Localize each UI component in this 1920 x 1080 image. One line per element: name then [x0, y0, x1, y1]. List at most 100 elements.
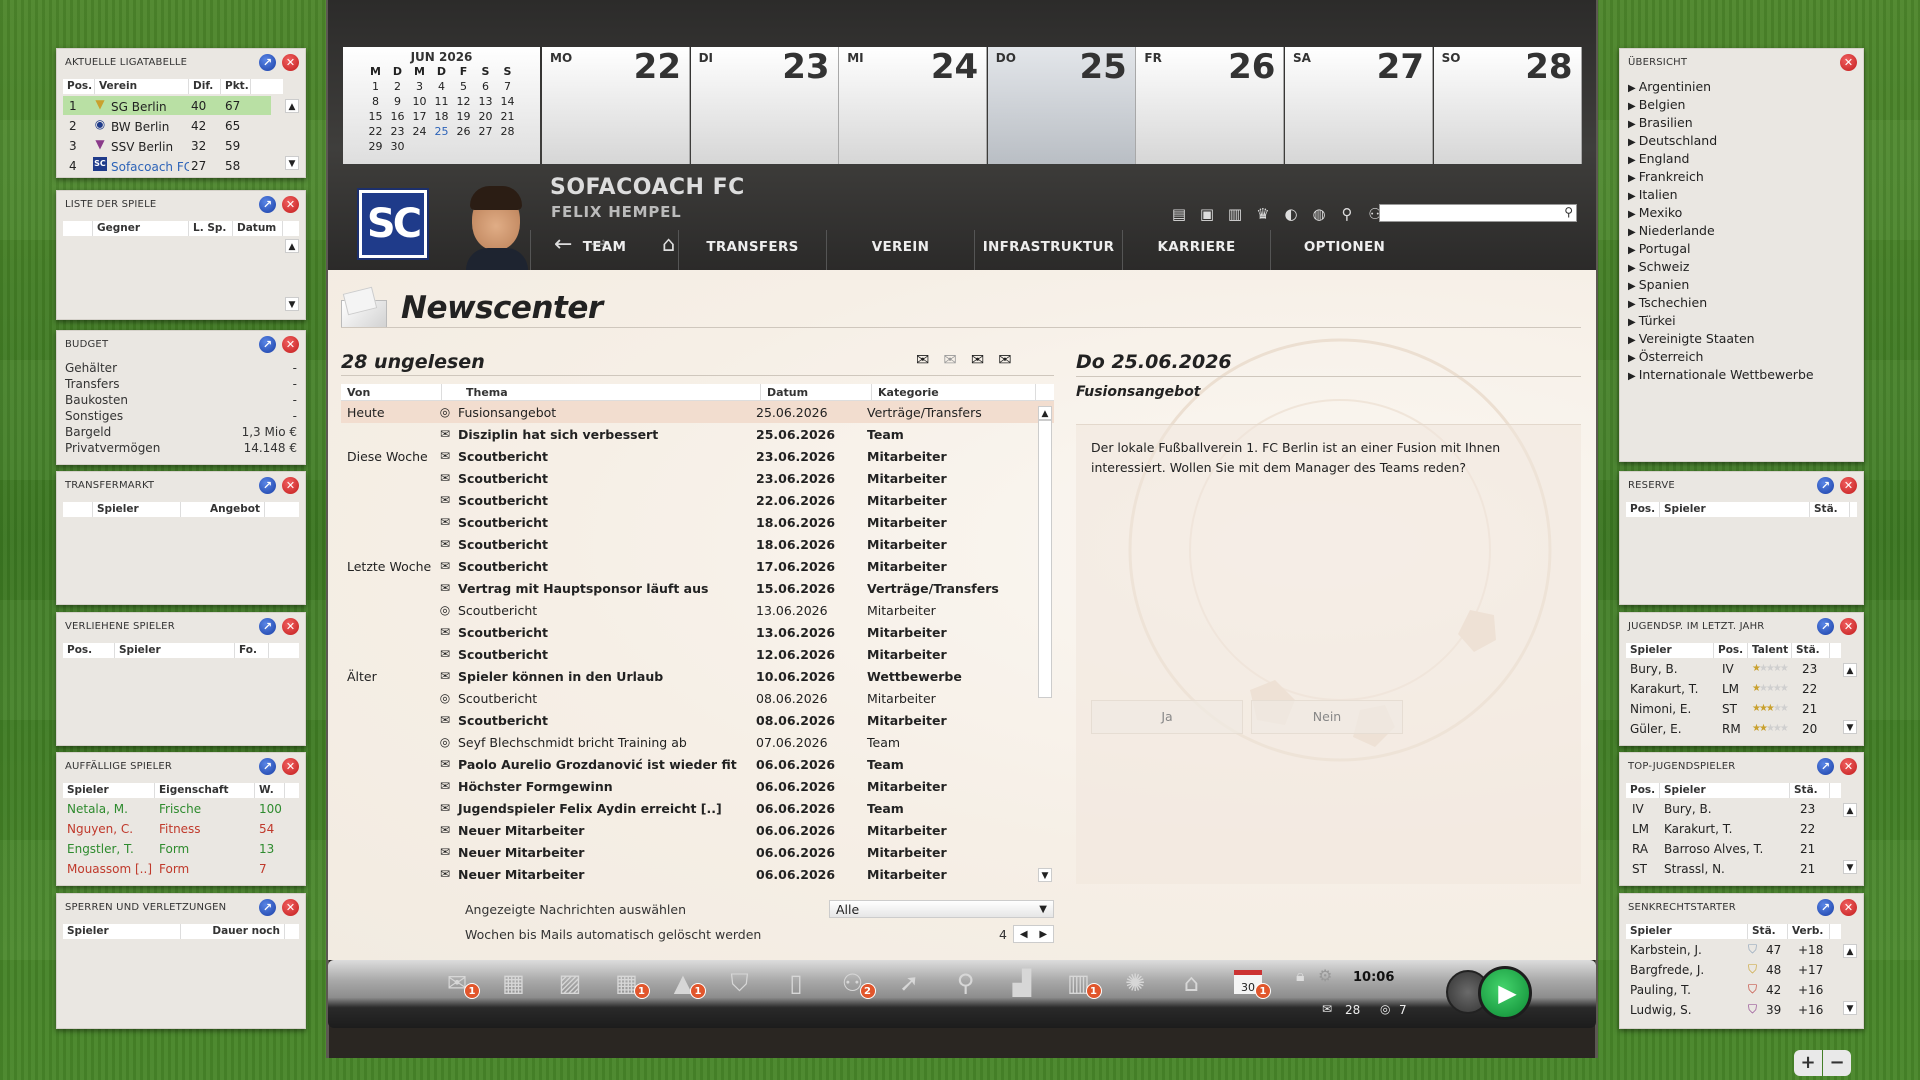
scroll-down-icon[interactable]: ▼: [1843, 860, 1857, 874]
table-row[interactable]: Mouassom [..] Form 7: [63, 859, 285, 878]
calendar-day[interactable]: 21: [497, 109, 519, 124]
search-icon[interactable]: ⚲: [1564, 205, 1573, 219]
calendar-day[interactable]: 26: [453, 124, 475, 139]
expand-icon[interactable]: ↗: [1817, 758, 1834, 775]
tactics-board-icon[interactable]: ▦: [497, 966, 531, 1000]
calendar-day[interactable]: 10: [409, 94, 431, 109]
message-row[interactable]: ✉ Scoutbericht 18.06.2026 Mitarbeiter: [341, 533, 1054, 555]
expand-icon[interactable]: ↗: [1817, 618, 1834, 635]
chat-icon[interactable]: ◎: [1380, 1002, 1390, 1016]
calendar-day[interactable]: 29: [365, 139, 387, 154]
calendar-day[interactable]: 22: [365, 124, 387, 139]
day-box-mi[interactable]: MI 24: [839, 47, 988, 164]
message-row[interactable]: ✉ Neuer Mitarbeiter 06.06.2026 Mitarbeiter: [341, 819, 1054, 841]
transfer-arrow-icon[interactable]: ➚: [892, 966, 926, 1000]
table-row[interactable]: LM Karakurt, T. 22: [1626, 819, 1830, 838]
table-row[interactable]: ST Strassl, N. 21: [1626, 859, 1830, 878]
overview-item[interactable]: ▶ Belgien: [1628, 97, 1814, 115]
fan-scarf-icon[interactable]: ✺: [1118, 966, 1152, 1000]
nav-optionen[interactable]: OPTIONEN: [1270, 230, 1418, 270]
calendar-day[interactable]: 4: [431, 79, 453, 94]
calendar-day[interactable]: 2: [387, 79, 409, 94]
table-row[interactable]: Karbstein, J. ⛉ 47 +18: [1626, 940, 1830, 959]
calendar-day[interactable]: 28: [497, 124, 519, 139]
manager-avatar[interactable]: [466, 186, 528, 270]
expand-icon[interactable]: ↗: [259, 618, 276, 635]
no-button[interactable]: Nein: [1251, 700, 1403, 734]
calendar-day[interactable]: 19: [453, 109, 475, 124]
calendar-day[interactable]: 14: [497, 94, 519, 109]
zoom-in-button[interactable]: +: [1794, 1050, 1822, 1076]
close-icon[interactable]: ✕: [1840, 618, 1857, 635]
calendar-day[interactable]: 30: [387, 139, 409, 154]
message-row[interactable]: ✉ Scoutbericht 23.06.2026 Mitarbeiter: [341, 467, 1054, 489]
expand-icon[interactable]: ↗: [259, 477, 276, 494]
expand-icon[interactable]: ↗: [259, 54, 276, 71]
close-icon[interactable]: ✕: [282, 618, 299, 635]
overview-item[interactable]: ▶ England: [1628, 151, 1814, 169]
club-logo[interactable]: SC: [357, 188, 429, 260]
search-input[interactable]: ⚲: [1379, 204, 1577, 222]
calendar-day[interactable]: 13: [475, 94, 497, 109]
day-box-fr[interactable]: FR 26: [1136, 47, 1285, 164]
message-row[interactable]: ✉ Paolo Aurelio Grozdanović ist wieder fi…: [341, 753, 1054, 775]
message-row[interactable]: ✉ Scoutbericht 18.06.2026 Mitarbeiter: [341, 511, 1054, 533]
calendar-day[interactable]: 15: [365, 109, 387, 124]
table-row[interactable]: Nimoni, E. ST ★★★★★ 21: [1626, 699, 1830, 718]
message-row[interactable]: ✉ Neuer Mitarbeiter 06.06.2026 Mitarbeiter: [341, 841, 1054, 863]
monitor-icon[interactable]: ▣: [1196, 203, 1218, 225]
calendar-day[interactable]: 5: [453, 79, 475, 94]
overview-item[interactable]: ▶ Portugal: [1628, 241, 1814, 259]
scroll-down-icon[interactable]: ▼: [1843, 1001, 1857, 1015]
overview-item[interactable]: ▶ Österreich: [1628, 349, 1814, 367]
close-icon[interactable]: ✕: [282, 758, 299, 775]
scroll-down-icon[interactable]: ▼: [285, 297, 299, 311]
calendar-day[interactable]: 17: [409, 109, 431, 124]
nav-team[interactable]: TEAM: [530, 230, 678, 270]
expand-icon[interactable]: ↗: [259, 336, 276, 353]
message-row[interactable]: ◎ Scoutbericht 08.06.2026 Mitarbeiter: [341, 687, 1054, 709]
close-icon[interactable]: ✕: [1840, 899, 1857, 916]
delete-all-mail-icon[interactable]: ✉: [998, 350, 1011, 369]
table-row[interactable]: 1 ▼ SG Berlin 40 67: [63, 96, 271, 115]
table-row[interactable]: 4 SC Sofacoach FC 27 58: [63, 156, 271, 175]
mini-calendar-grid[interactable]: M D M D F S S 1 2 3 4 5 6 7 8 9 10 11 12 13 14 15 16 17 18 19 20 21…: [343, 64, 540, 154]
lock-icon[interactable]: 🔒︎: [1296, 966, 1305, 986]
day-box-mo[interactable]: MO 22: [542, 47, 690, 164]
message-row[interactable]: ✉ Scoutbericht 12.06.2026 Mitarbeiter: [341, 643, 1054, 665]
overview-item[interactable]: ▶ Spanien: [1628, 277, 1814, 295]
close-icon[interactable]: ✕: [282, 477, 299, 494]
scout-icon[interactable]: ⚲: [1336, 203, 1358, 225]
nav-transfers[interactable]: TRANSFERS: [678, 230, 826, 270]
day-box-sa[interactable]: SA 27: [1285, 47, 1433, 164]
message-row[interactable]: Älter ✉ Spieler können in den Urlaub 10.06.…: [341, 665, 1054, 687]
calendar-day[interactable]: 24: [409, 124, 431, 139]
trophy-icon[interactable]: ♛: [1252, 203, 1274, 225]
calendar-day[interactable]: 7: [497, 79, 519, 94]
nav-karriere[interactable]: KARRIERE: [1122, 230, 1270, 270]
mini-calendar[interactable]: JUN 2026 M D M D F S S 1 2 3 4 5 6 7 8 9 10 11 12 13 14 15 16 1…: [343, 47, 540, 164]
scroll-down-icon[interactable]: ▼: [1038, 868, 1052, 882]
close-icon[interactable]: ✕: [282, 54, 299, 71]
message-row[interactable]: ◎ Scoutbericht 13.06.2026 Mitarbeiter: [341, 599, 1054, 621]
scroll-up-icon[interactable]: ▲: [1843, 944, 1857, 958]
calendar-day[interactable]: 16: [387, 109, 409, 124]
overview-item[interactable]: ▶ Argentinien: [1628, 79, 1814, 97]
table-row[interactable]: IV Bury, B. 23: [1626, 799, 1830, 818]
scroll-up-icon[interactable]: ▲: [285, 99, 299, 113]
table-row[interactable]: Karakurt, T. LM ★★★★★ 22: [1626, 679, 1830, 698]
close-icon[interactable]: ✕: [1840, 758, 1857, 775]
yes-button[interactable]: Ja: [1091, 700, 1243, 734]
overview-item[interactable]: ▶ Italien: [1628, 187, 1814, 205]
scroll-up-icon[interactable]: ▲: [1038, 406, 1052, 420]
club-name[interactable]: Sofacoach FC: [111, 160, 189, 174]
overview-item[interactable]: ▶ Deutschland: [1628, 133, 1814, 151]
lineup-icon[interactable]: ▨: [553, 966, 587, 1000]
scroll-down-icon[interactable]: ▼: [1843, 720, 1857, 734]
calendar-day[interactable]: 8: [365, 94, 387, 109]
scroll-up-icon[interactable]: ▲: [285, 239, 299, 253]
filter-select[interactable]: Alle ▼: [829, 900, 1054, 918]
day-box-do[interactable]: DO 25: [987, 47, 1136, 164]
globe-icon[interactable]: ◍: [1308, 203, 1330, 225]
statistics-icon[interactable]: ▥: [1224, 203, 1246, 225]
